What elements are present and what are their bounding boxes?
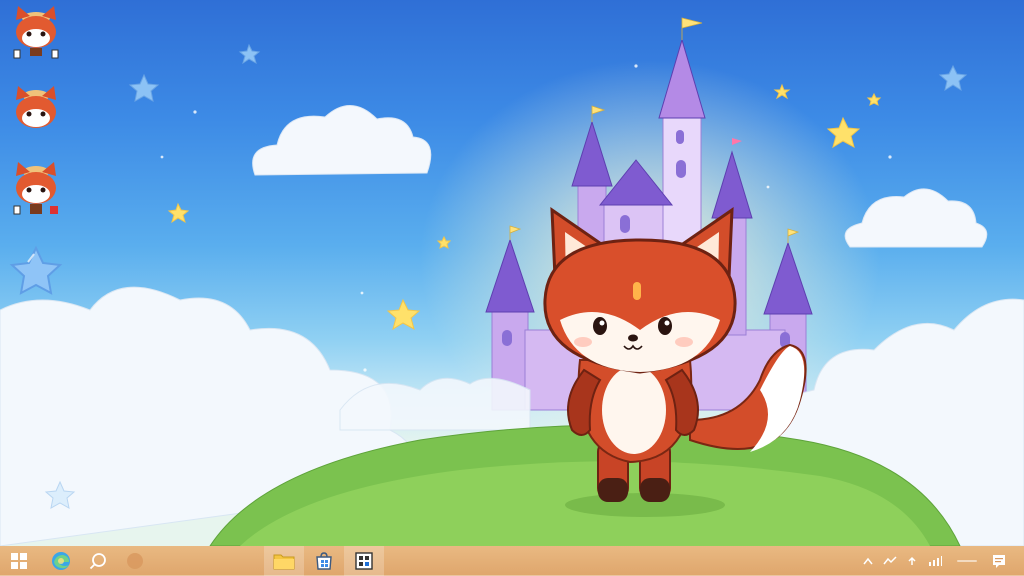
search-icon	[89, 553, 106, 570]
clock-placeholder-icon	[957, 560, 977, 562]
tray-overflow[interactable]	[858, 546, 878, 576]
fox-shortcut-2[interactable]	[8, 84, 64, 144]
desktop[interactable]	[0, 0, 1024, 546]
clock-tray[interactable]	[952, 546, 982, 576]
network-tray[interactable]	[880, 546, 900, 576]
notification-button[interactable]	[986, 546, 1012, 576]
network-icon	[883, 556, 897, 565]
fox-icon	[13, 162, 58, 215]
cortana-button[interactable]	[120, 546, 150, 576]
signal-tray[interactable]	[924, 546, 946, 576]
star-icon	[9, 245, 63, 295]
signal-icon	[929, 556, 942, 566]
windows-logo-icon	[11, 553, 27, 569]
app-icon	[355, 552, 373, 570]
file-explorer-icon	[273, 554, 295, 570]
upload-icon	[908, 556, 916, 565]
fox-icon	[16, 86, 56, 128]
start-button[interactable]	[0, 546, 38, 576]
fox-shortcut-3[interactable]	[8, 160, 64, 220]
upload-tray[interactable]	[902, 546, 922, 576]
taskbar	[0, 546, 1024, 576]
edge-icon	[52, 552, 70, 570]
cortana-icon	[127, 553, 143, 569]
notification-icon	[993, 555, 1005, 568]
fox-icon	[13, 6, 59, 59]
store-button[interactable]	[304, 546, 344, 576]
fox-shortcut-1[interactable]	[8, 4, 64, 64]
search-button[interactable]	[84, 546, 112, 576]
star-shortcut[interactable]	[8, 244, 64, 304]
wallpaper	[0, 17, 1024, 546]
file-explorer-button[interactable]	[264, 546, 304, 576]
store-icon	[316, 552, 332, 570]
chevron-up-icon	[863, 557, 873, 565]
app-button[interactable]	[344, 546, 384, 576]
edge-button[interactable]	[46, 546, 76, 576]
